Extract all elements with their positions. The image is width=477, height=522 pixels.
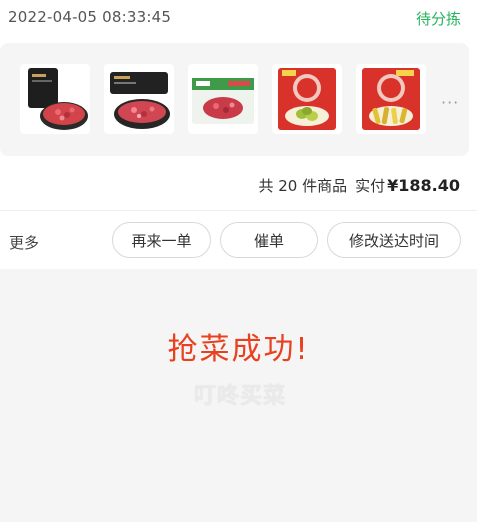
- product-thumbnail[interactable]: [104, 64, 174, 134]
- brand-watermark: 叮咚买菜: [160, 369, 320, 419]
- order-timestamp: 2022-04-05 08:33:45: [8, 8, 172, 26]
- minced-meat-tray-icon: [110, 72, 170, 129]
- product-thumbnail[interactable]: [356, 64, 426, 134]
- product-thumbnail[interactable]: [188, 64, 258, 134]
- success-message: 抢菜成功!: [167, 332, 310, 367]
- paid-amount: ¥188.40: [387, 176, 460, 195]
- paid-label: 实付: [355, 177, 386, 195]
- more-products-icon[interactable]: ···: [441, 95, 459, 111]
- meat-box-icon: [192, 78, 254, 124]
- change-delivery-time-button[interactable]: 修改送达时间: [327, 222, 461, 258]
- watermark-text: 叮咚买菜: [193, 384, 286, 409]
- reorder-button[interactable]: 再来一单: [112, 222, 211, 258]
- product-thumbnail-strip[interactable]: ···: [0, 43, 469, 156]
- pickle-bag-icon: [362, 68, 420, 130]
- order-actions: 更多 再来一单 催单 修改送达时间: [0, 211, 477, 269]
- pickle-bag-icon: [278, 68, 336, 130]
- urge-order-button[interactable]: 催单: [220, 222, 318, 258]
- item-count: 共 20 件商品: [258, 177, 348, 195]
- product-thumbnail[interactable]: [272, 64, 342, 134]
- product-thumbnail[interactable]: [20, 64, 90, 134]
- order-header: 2022-04-05 08:33:45 待分拣: [0, 0, 477, 36]
- more-actions-link[interactable]: 更多: [9, 232, 39, 253]
- minced-meat-product-icon: [28, 68, 88, 130]
- order-summary: 共 20 件商品 实付 ¥188.40: [258, 175, 460, 196]
- order-status: 待分拣: [415, 10, 461, 28]
- result-overlay: 抢菜成功! 叮咚买菜: [0, 269, 477, 522]
